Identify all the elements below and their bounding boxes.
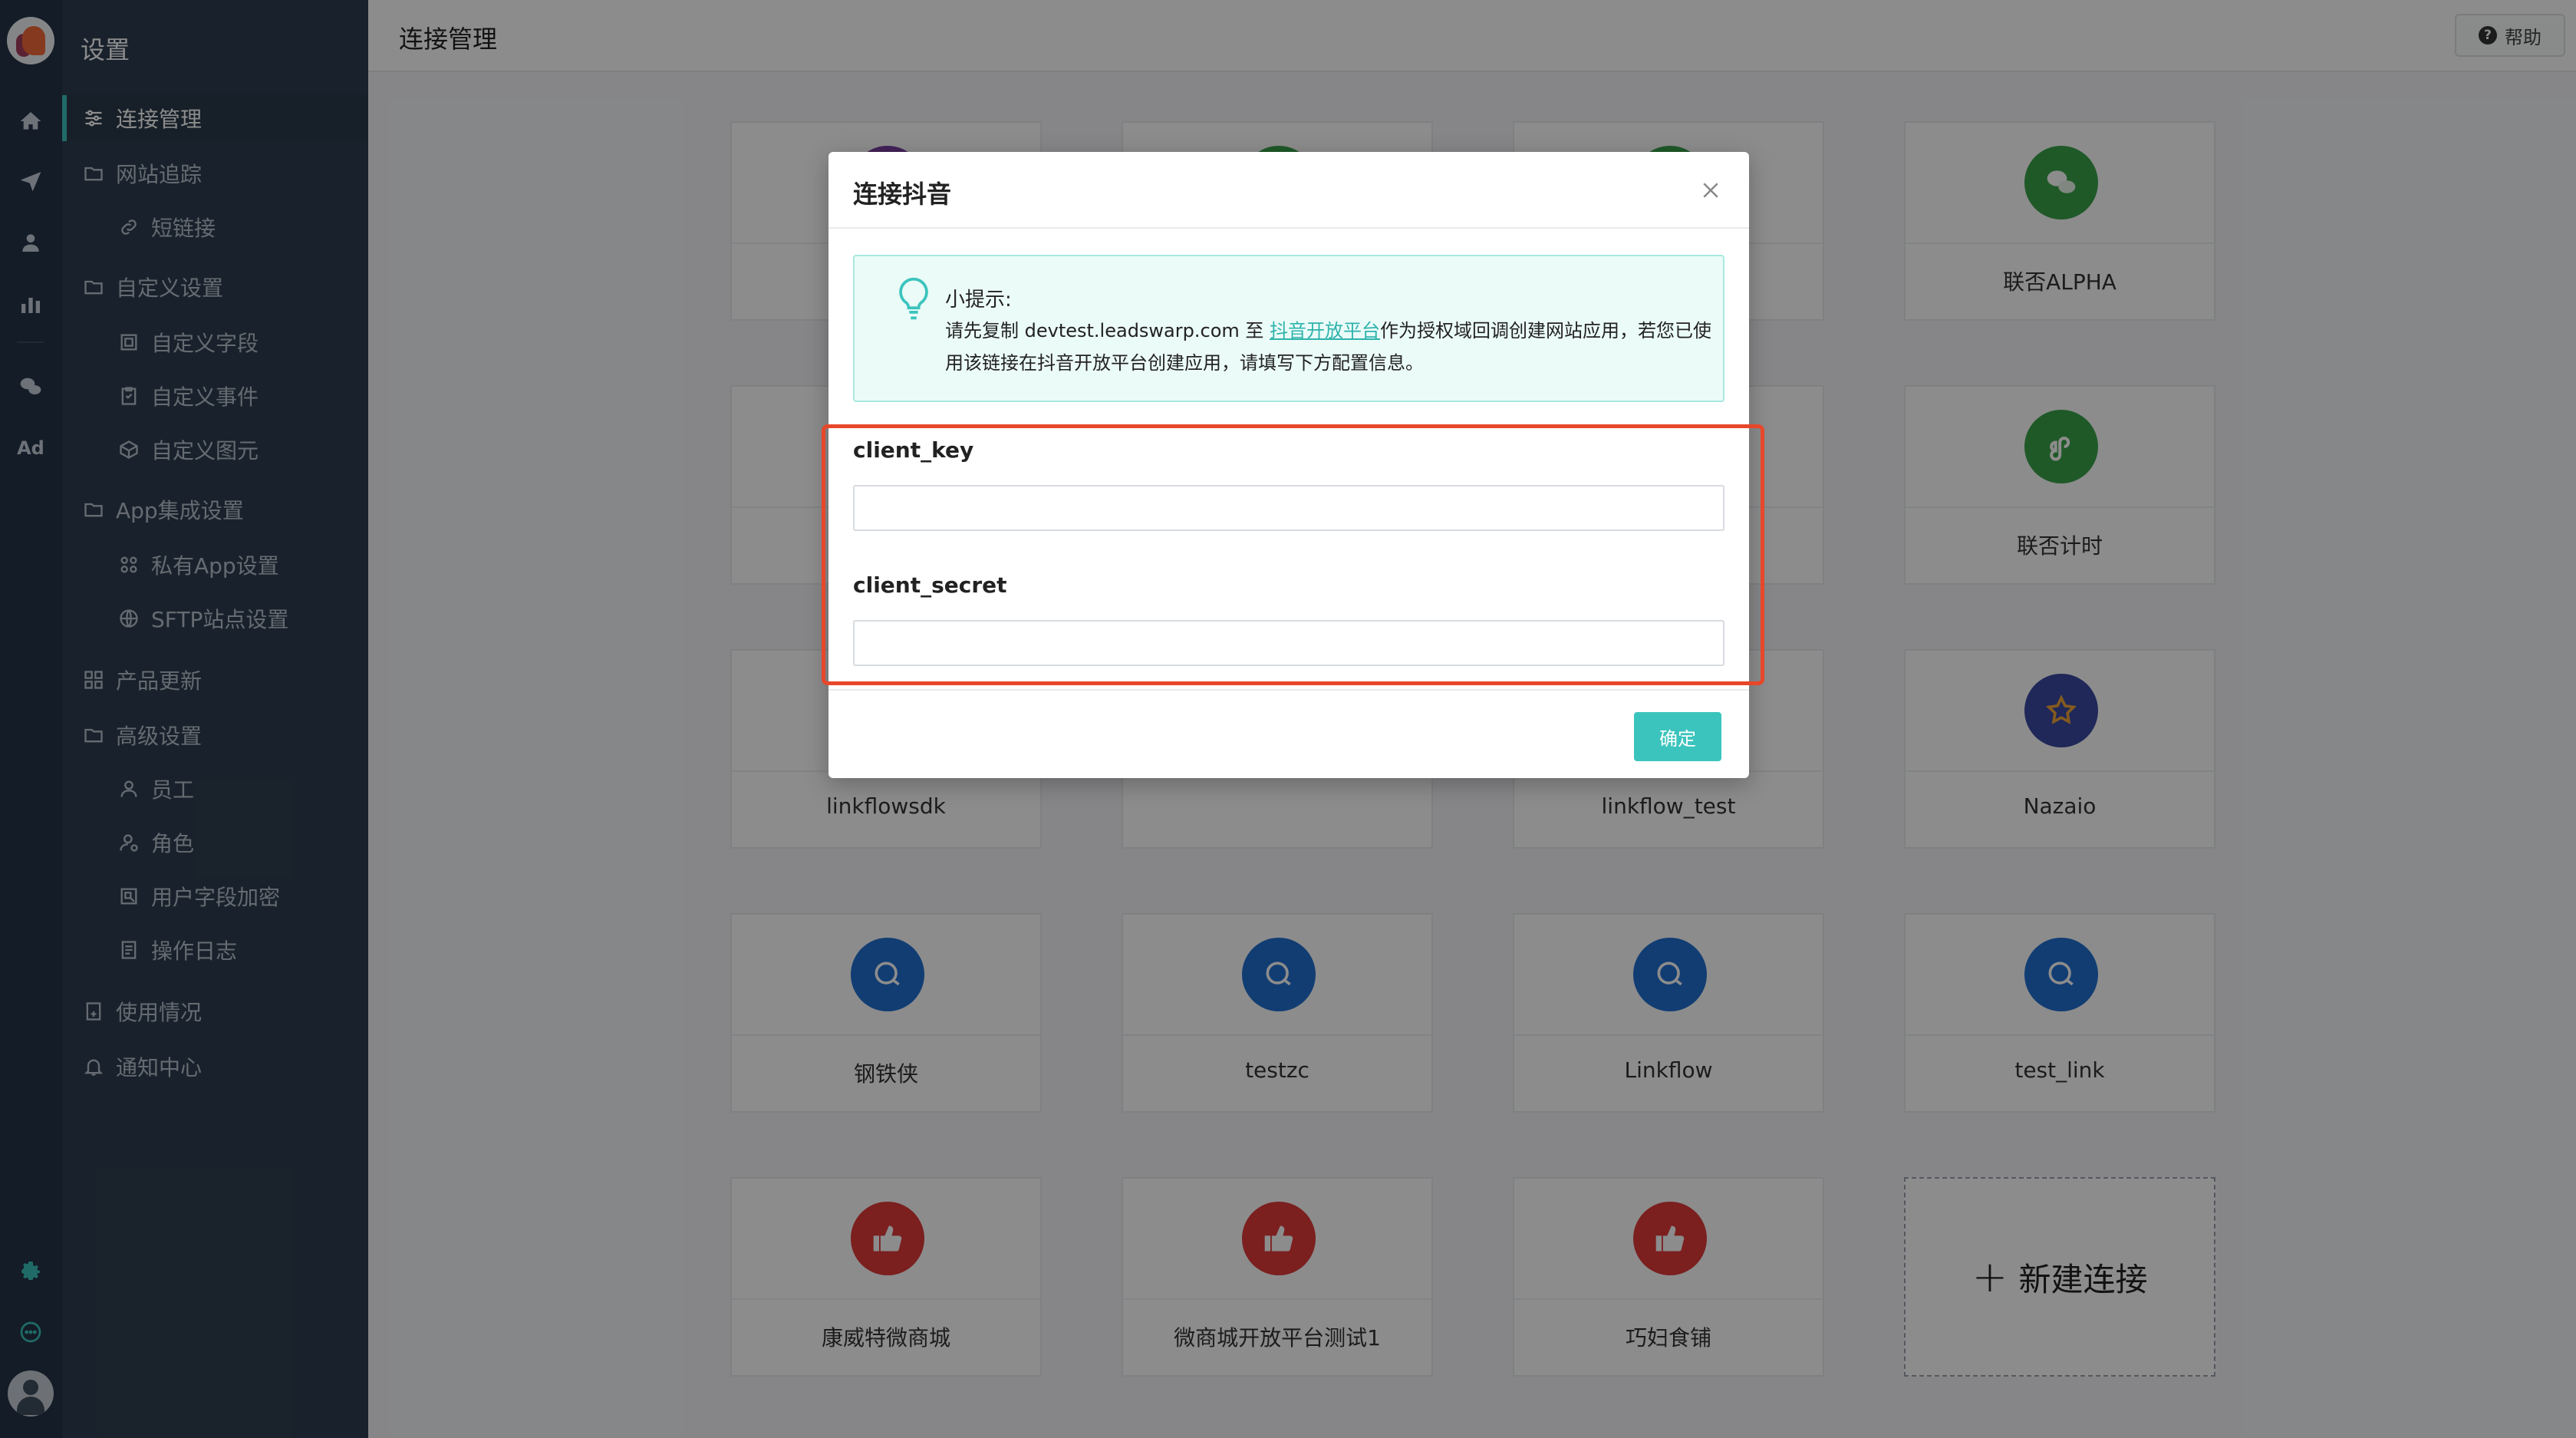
confirm-button[interactable]: 确定 (1634, 712, 1721, 761)
modal-header: 连接抖音 (828, 152, 1749, 229)
lightbulb-icon (896, 276, 931, 322)
modal-footer-divider (828, 689, 1749, 691)
tip-box: 小提示: 请先复制 devtest.leadswarp.com 至 抖音开放平台… (853, 255, 1724, 402)
close-icon[interactable] (1695, 175, 1726, 206)
tip-title: 小提示: (945, 289, 1012, 312)
modal-title: 连接抖音 (853, 180, 952, 209)
tip-text: 请先复制 devtest.leadswarp.com 至 (945, 320, 1264, 341)
douyin-platform-link[interactable]: 抖音开放平台 (1270, 320, 1380, 341)
highlight-box (822, 424, 1764, 685)
tip-body: 请先复制 devtest.leadswarp.com 至 抖音开放平台作为授权域… (945, 315, 1712, 379)
